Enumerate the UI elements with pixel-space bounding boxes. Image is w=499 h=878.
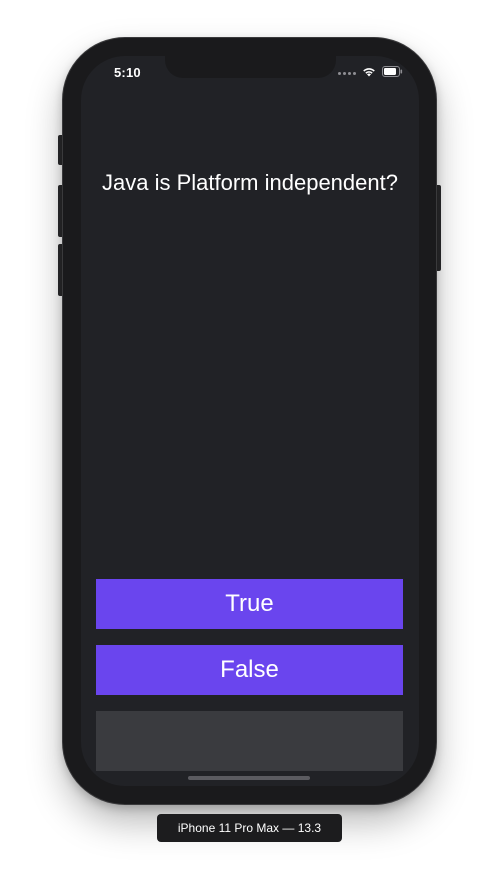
home-indicator [188,776,310,780]
true-button[interactable]: True [96,579,403,629]
simulator-stage: 5:10 Java is Platform independent? True … [0,0,499,878]
status-time: 5:10 [114,65,141,80]
signal-icon [338,71,356,75]
wifi-icon [362,64,376,82]
false-button[interactable]: False [96,645,403,695]
simulator-device-label: iPhone 11 Pro Max — 13.3 [157,814,342,842]
battery-icon [382,64,403,82]
status-icons [338,64,403,82]
question-label: Java is Platform independent? [102,170,398,195]
app-screen: 5:10 Java is Platform independent? True … [81,56,419,786]
notch [165,56,336,78]
progress-bar [96,711,403,771]
